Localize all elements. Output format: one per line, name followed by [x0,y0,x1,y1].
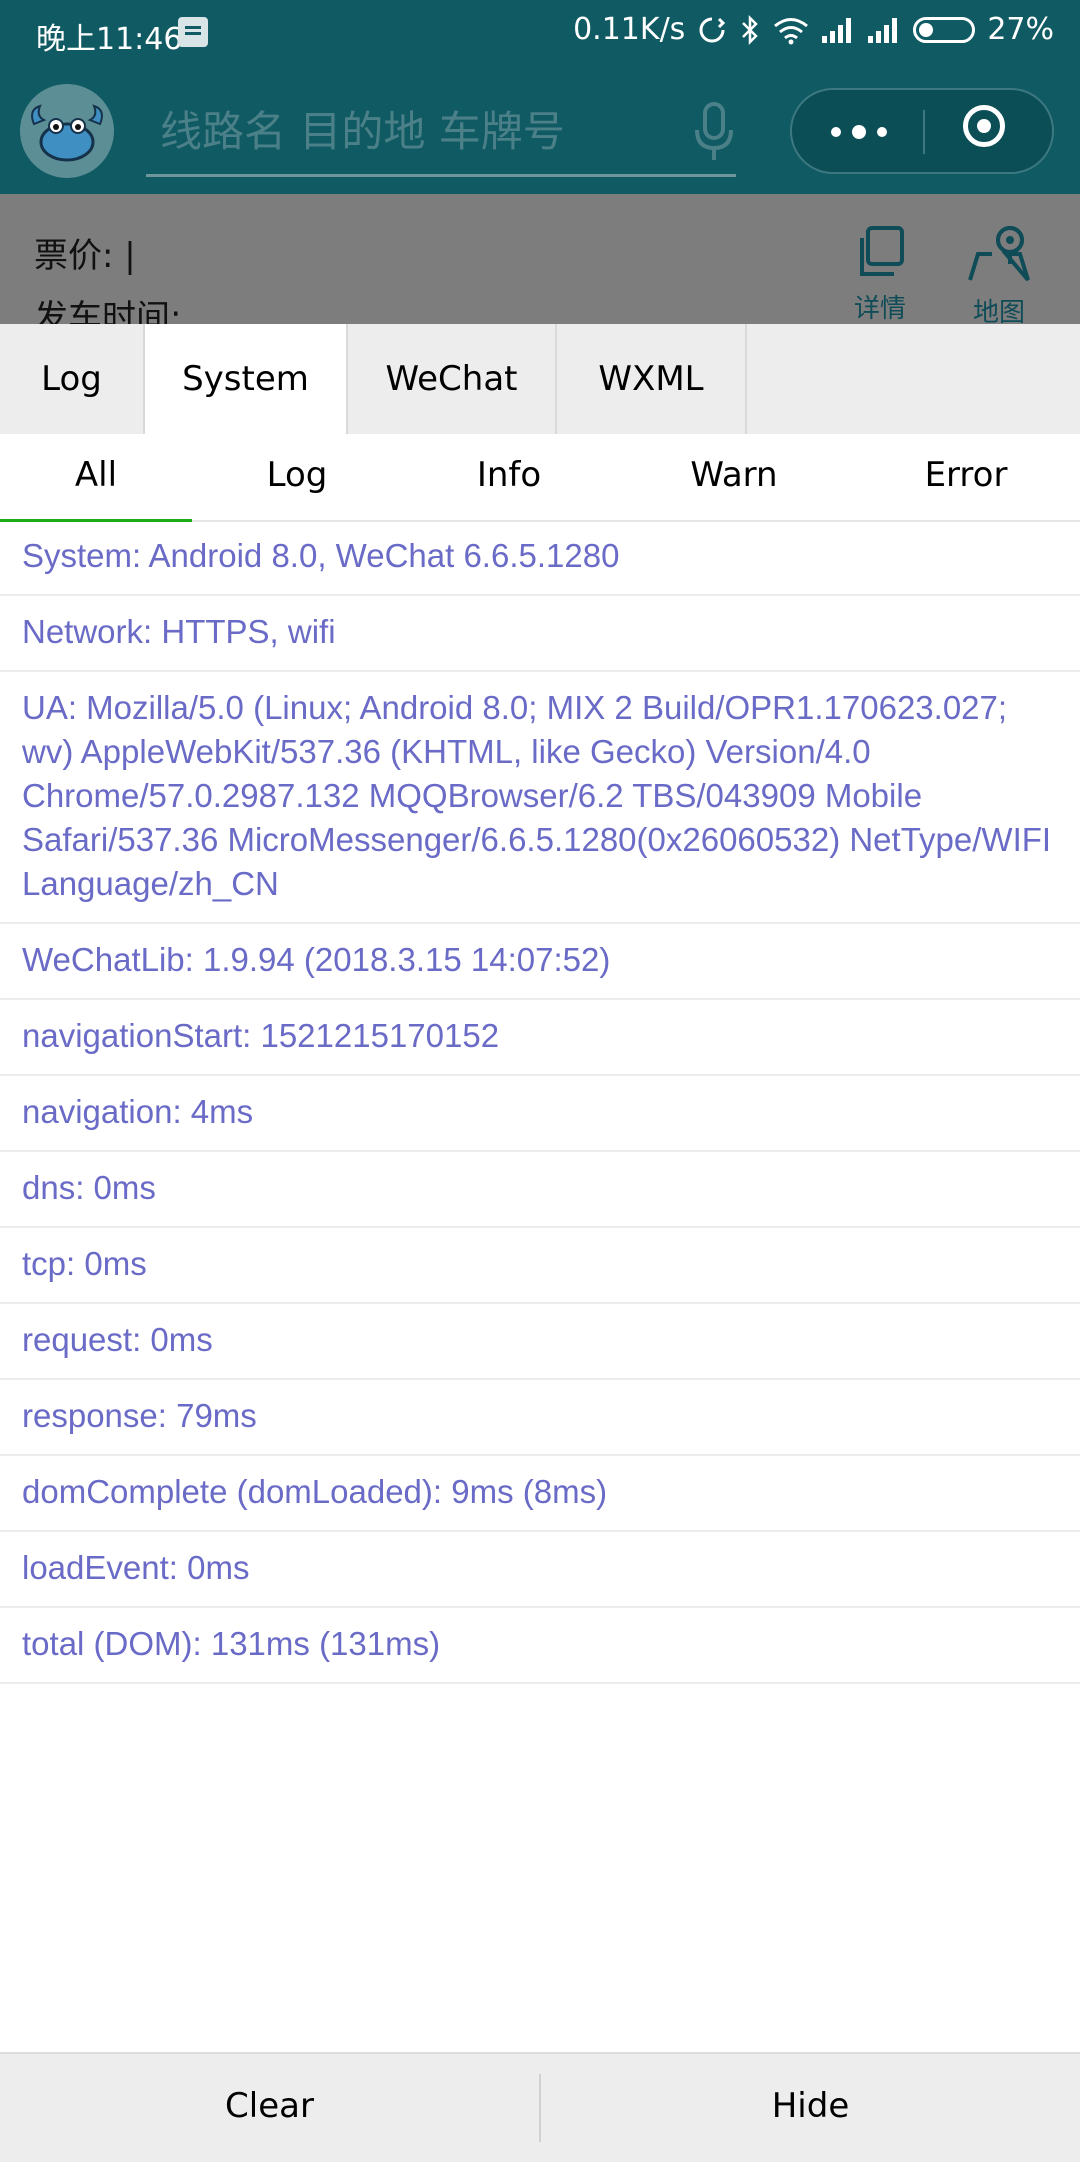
copy-icon [860,226,904,276]
bluetooth-icon [742,14,759,45]
log-filter-bar: All Log Info Warn Error [0,434,1080,522]
log-entry: WeChatLib: 1.9.94 (2018.3.15 14:07:52) [0,924,1080,1000]
filter-all[interactable]: All [0,434,192,522]
details-label: 详情 [853,294,906,324]
notification-icon [178,17,208,47]
tab-wxml[interactable]: WXML [557,324,747,434]
microphone-icon[interactable] [692,102,736,162]
tab-log[interactable]: Log [0,324,145,434]
log-entry: request: 0ms [0,1304,1080,1380]
depart-time-label: 发车时间: [34,298,182,324]
status-time: 晚上11:46 [36,22,183,57]
battery-percent: 27% [987,12,1054,47]
search-box [146,94,736,177]
wifi-icon [774,17,809,44]
filter-warn[interactable]: Warn [616,434,852,520]
log-entry: UA: Mozilla/5.0 (Linux; Android 8.0; MIX… [0,672,1080,924]
console-tab-bar: Log System WeChat WXML [0,324,1080,435]
tab-wechat[interactable]: WeChat [348,324,557,434]
signal-icon [822,17,852,43]
search-input[interactable] [158,94,662,168]
filter-info[interactable]: Info [402,434,616,520]
debug-console-panel: Log System WeChat WXML All Log Info Warn… [0,324,1080,2162]
status-indicators: 0.11K/s 27% [573,12,1054,47]
battery-icon [913,16,976,43]
log-entry: tcp: 0ms [0,1228,1080,1304]
log-entry: navigationStart: 1521215170152 [0,1000,1080,1076]
map-action[interactable]: 地图 [954,224,1044,324]
log-entry: total (DOM): 131ms (131ms) [0,1608,1080,1684]
log-entry: loadEvent: 0ms [0,1532,1080,1608]
sync-icon [699,17,726,42]
filter-error[interactable]: Error [852,434,1080,520]
fare-label: 票价: | [34,236,136,276]
log-entry: dns: 0ms [0,1152,1080,1228]
mini-program-capsule [790,88,1054,174]
log-entry: navigation: 4ms [0,1076,1080,1152]
console-footer: Clear Hide [0,2052,1080,2162]
log-entry: response: 79ms [0,1380,1080,1456]
page-content-dimmed: 票价: | 发车时间: 详情 地图 [0,194,1080,324]
crab-icon[interactable] [20,84,114,178]
status-bar: 晚上11:46 0.11K/s 27% [0,0,1080,66]
network-speed: 0.11K/s [573,12,686,47]
more-dots-icon[interactable] [792,90,923,172]
clear-button[interactable]: Clear [0,2054,539,2162]
log-list: System: Android 8.0, WeChat 6.6.5.1280 N… [0,520,1080,1684]
map-pin-icon [968,226,1030,282]
tab-system[interactable]: System [145,324,348,435]
log-entry: System: Android 8.0, WeChat 6.6.5.1280 [0,520,1080,596]
nav-bar [0,66,1080,194]
log-entry: Network: HTTPS, wifi [0,596,1080,672]
hide-button[interactable]: Hide [541,2054,1080,2162]
log-entry: domComplete (domLoaded): 9ms (8ms) [0,1456,1080,1532]
details-action[interactable]: 详情 [835,224,925,324]
filter-log[interactable]: Log [192,434,402,520]
map-label: 地图 [972,298,1025,324]
target-close-icon[interactable] [925,90,1052,172]
signal-icon [868,17,898,43]
